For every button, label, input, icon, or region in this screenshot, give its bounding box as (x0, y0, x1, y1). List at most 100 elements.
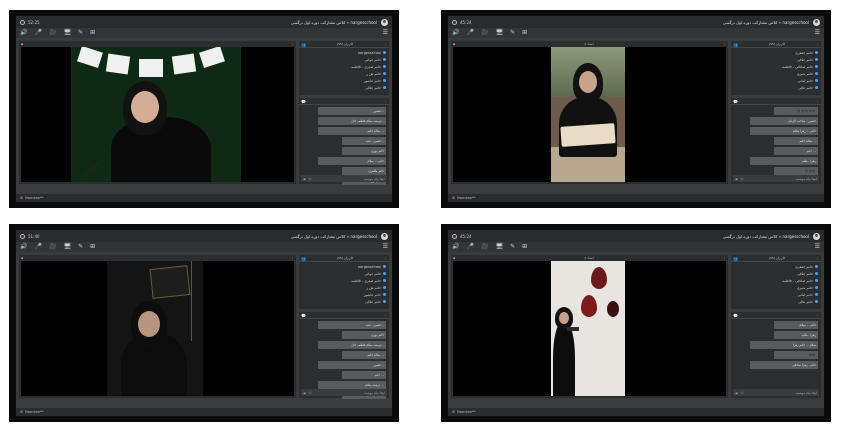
chat-input[interactable]: ◀ ☺ اینجا پیام بنویسید (733, 389, 819, 396)
chat-message: حسین... (318, 107, 386, 115)
menu-icon[interactable]: ☰ (815, 244, 820, 250)
session-timer: 51:40 (28, 233, 40, 239)
video-panel: ▪ ⋮ (19, 41, 296, 184)
emoji-icon[interactable]: ☺ (308, 391, 311, 395)
users-title: کاربران (55) (336, 256, 354, 260)
user-list-item[interactable]: nargesschool (302, 49, 386, 56)
user-list-item[interactable]: خانم عاشور (302, 77, 386, 84)
user-list-item[interactable]: خانم امانی (734, 291, 818, 298)
user-status-icon (815, 79, 818, 82)
chat-message: خانم ... سلام (318, 157, 386, 165)
user-avatar-icon[interactable] (381, 232, 388, 240)
user-status-icon (383, 65, 386, 68)
user-list-item[interactable]: خانم جلالی (302, 84, 386, 91)
toolbar: 🔊 🎤 🎥 🖥 ✎ ⊞ ☰ (448, 242, 824, 252)
toolbar: 🔊 🎤 🎥 🖥 ✎ ⊞ ☰ (16, 242, 392, 252)
user-list-item[interactable]: nargesschool (302, 263, 386, 270)
user-list-item[interactable]: خانم جعفری (734, 49, 818, 56)
send-icon[interactable]: ◀ (735, 391, 737, 395)
speaker-icon[interactable]: 🔊 (452, 244, 459, 250)
chat-input[interactable]: ◀ ☺ اینجا پیام بنویسید (301, 389, 387, 396)
session-timer: 52:25 (28, 19, 40, 25)
screen-share-icon[interactable]: 🖥 (63, 30, 71, 36)
meeting-window: 45:24 کلاس مشارکت دوره اول نرگسی « narge… (448, 230, 824, 416)
layout-icon[interactable]: ⊞ (522, 30, 527, 36)
video-panel: ▪ استاد 4 ⋮ (451, 255, 728, 398)
toolbar: 🔊 🎤 🎥 🖥 ✎ ⊞ ☰ (448, 28, 824, 38)
user-list-item[interactable]: خانم جلالی (734, 56, 818, 63)
video-more-icon[interactable]: ⋮ (291, 42, 294, 46)
chat-input[interactable]: ◀ ☺ اینجا پیام بنویسید (733, 175, 819, 182)
send-icon[interactable]: ◀ (735, 177, 737, 181)
camera-icon[interactable]: 🎥 (481, 244, 488, 250)
user-list-item[interactable]: خانم جوانی (302, 56, 386, 63)
video-camera-icon: ▪ (453, 41, 456, 46)
settings-icon[interactable]: ⚙ (452, 196, 455, 200)
emoji-icon[interactable]: ☺ (740, 177, 743, 181)
user-list-item[interactable]: خانم جعفری (734, 263, 818, 270)
video-more-icon[interactable]: ⋮ (723, 256, 726, 260)
user-list-item[interactable]: خانم جوانی (302, 270, 386, 277)
screen-share-icon[interactable]: 🖥 (495, 244, 503, 250)
user-list-item[interactable]: خانم جلالی (302, 298, 386, 305)
user-avatar-icon[interactable] (381, 18, 388, 26)
pen-icon[interactable]: ✎ (78, 30, 83, 36)
meeting-window: 51:40 کلاس مشارکت دوره اول نرگسی « narge… (16, 230, 392, 416)
user-list-item[interactable]: خانم صادقی - فاطمه (734, 277, 818, 284)
camera-icon[interactable]: 🎥 (481, 30, 488, 36)
video-more-icon[interactable]: ⋮ (723, 42, 726, 46)
microphone-icon[interactable]: 🎤 (466, 30, 473, 36)
camera-icon[interactable]: 🎥 (49, 30, 56, 36)
speaker-icon[interactable]: 🔊 (20, 244, 27, 250)
user-list-item[interactable]: خانم صدری - فاطمه (302, 277, 386, 284)
send-icon[interactable]: ◀ (303, 177, 305, 181)
user-list-item[interactable]: خانم صدری - فاطمه (302, 63, 386, 70)
chat-message: درسته سلام فاطمه جان... (318, 341, 386, 349)
user-list-item[interactable]: خانم صادقی - فاطمه (734, 63, 818, 70)
layout-icon[interactable]: ⊞ (90, 30, 95, 36)
user-avatar-icon[interactable] (813, 18, 820, 26)
microphone-icon[interactable]: 🎤 (466, 244, 473, 250)
user-list-item[interactable]: خانم شیری (734, 70, 818, 77)
emoji-icon[interactable]: ☺ (740, 391, 743, 395)
user-list-item[interactable]: خانم امانی (734, 77, 818, 84)
screenshot-2: 45:24 کلاس مشارکت دوره اول نرگسی « narge… (441, 10, 831, 208)
chat-message: حسین - صاحب الزمان (750, 117, 818, 125)
user-list-item[interactable]: خانم عاشور (302, 291, 386, 298)
menu-icon[interactable]: ☰ (383, 30, 388, 36)
user-list-item[interactable]: خانم ش ر (302, 70, 386, 77)
pen-icon[interactable]: ✎ (510, 244, 515, 250)
menu-icon[interactable]: ☰ (815, 30, 820, 36)
send-icon[interactable]: ◀ (303, 391, 305, 395)
chat-icon: 💬 (733, 312, 738, 318)
status-bar: ⚙ Narnean** (448, 194, 824, 202)
video-more-icon[interactable]: ⋮ (291, 256, 294, 260)
user-list-item[interactable]: خانم شیری (734, 284, 818, 291)
user-list-item[interactable]: خانم عالی (734, 84, 818, 91)
chat-input[interactable]: ◀ ☺ اینجا پیام بنویسید (301, 175, 387, 182)
speaker-icon[interactable]: 🔊 (452, 30, 459, 36)
menu-icon[interactable]: ☰ (383, 244, 388, 250)
emoji-icon[interactable]: ☺ (308, 177, 311, 181)
pen-icon[interactable]: ✎ (510, 30, 515, 36)
speaker-icon[interactable]: 🔊 (20, 30, 27, 36)
pen-icon[interactable]: ✎ (78, 244, 83, 250)
camera-icon[interactable]: 🎥 (49, 244, 56, 250)
settings-icon[interactable]: ⚙ (452, 410, 455, 414)
settings-icon[interactable]: ⚙ (20, 410, 23, 414)
user-avatar-icon[interactable] (813, 232, 820, 240)
layout-icon[interactable]: ⊞ (522, 244, 527, 250)
screen-share-icon[interactable]: 🖥 (495, 30, 503, 36)
video-feed (453, 261, 726, 396)
microphone-icon[interactable]: 🎤 (34, 30, 41, 36)
video-scene (551, 261, 625, 396)
user-list-item[interactable]: خانم ش ر (302, 284, 386, 291)
user-list-item[interactable]: خانم عالی (734, 298, 818, 305)
screen-share-icon[interactable]: 🖥 (63, 244, 71, 250)
layout-icon[interactable]: ⊞ (90, 244, 95, 250)
title-bar: 45:24 کلاس مشارکت دوره اول نرگسی « narge… (448, 16, 824, 28)
meeting-window: 52:25 کلاس مشارکت دوره اول نرگسی « narge… (16, 16, 392, 202)
settings-icon[interactable]: ⚙ (20, 196, 23, 200)
user-list-item[interactable]: خانم جلالی (734, 270, 818, 277)
microphone-icon[interactable]: 🎤 (34, 244, 41, 250)
